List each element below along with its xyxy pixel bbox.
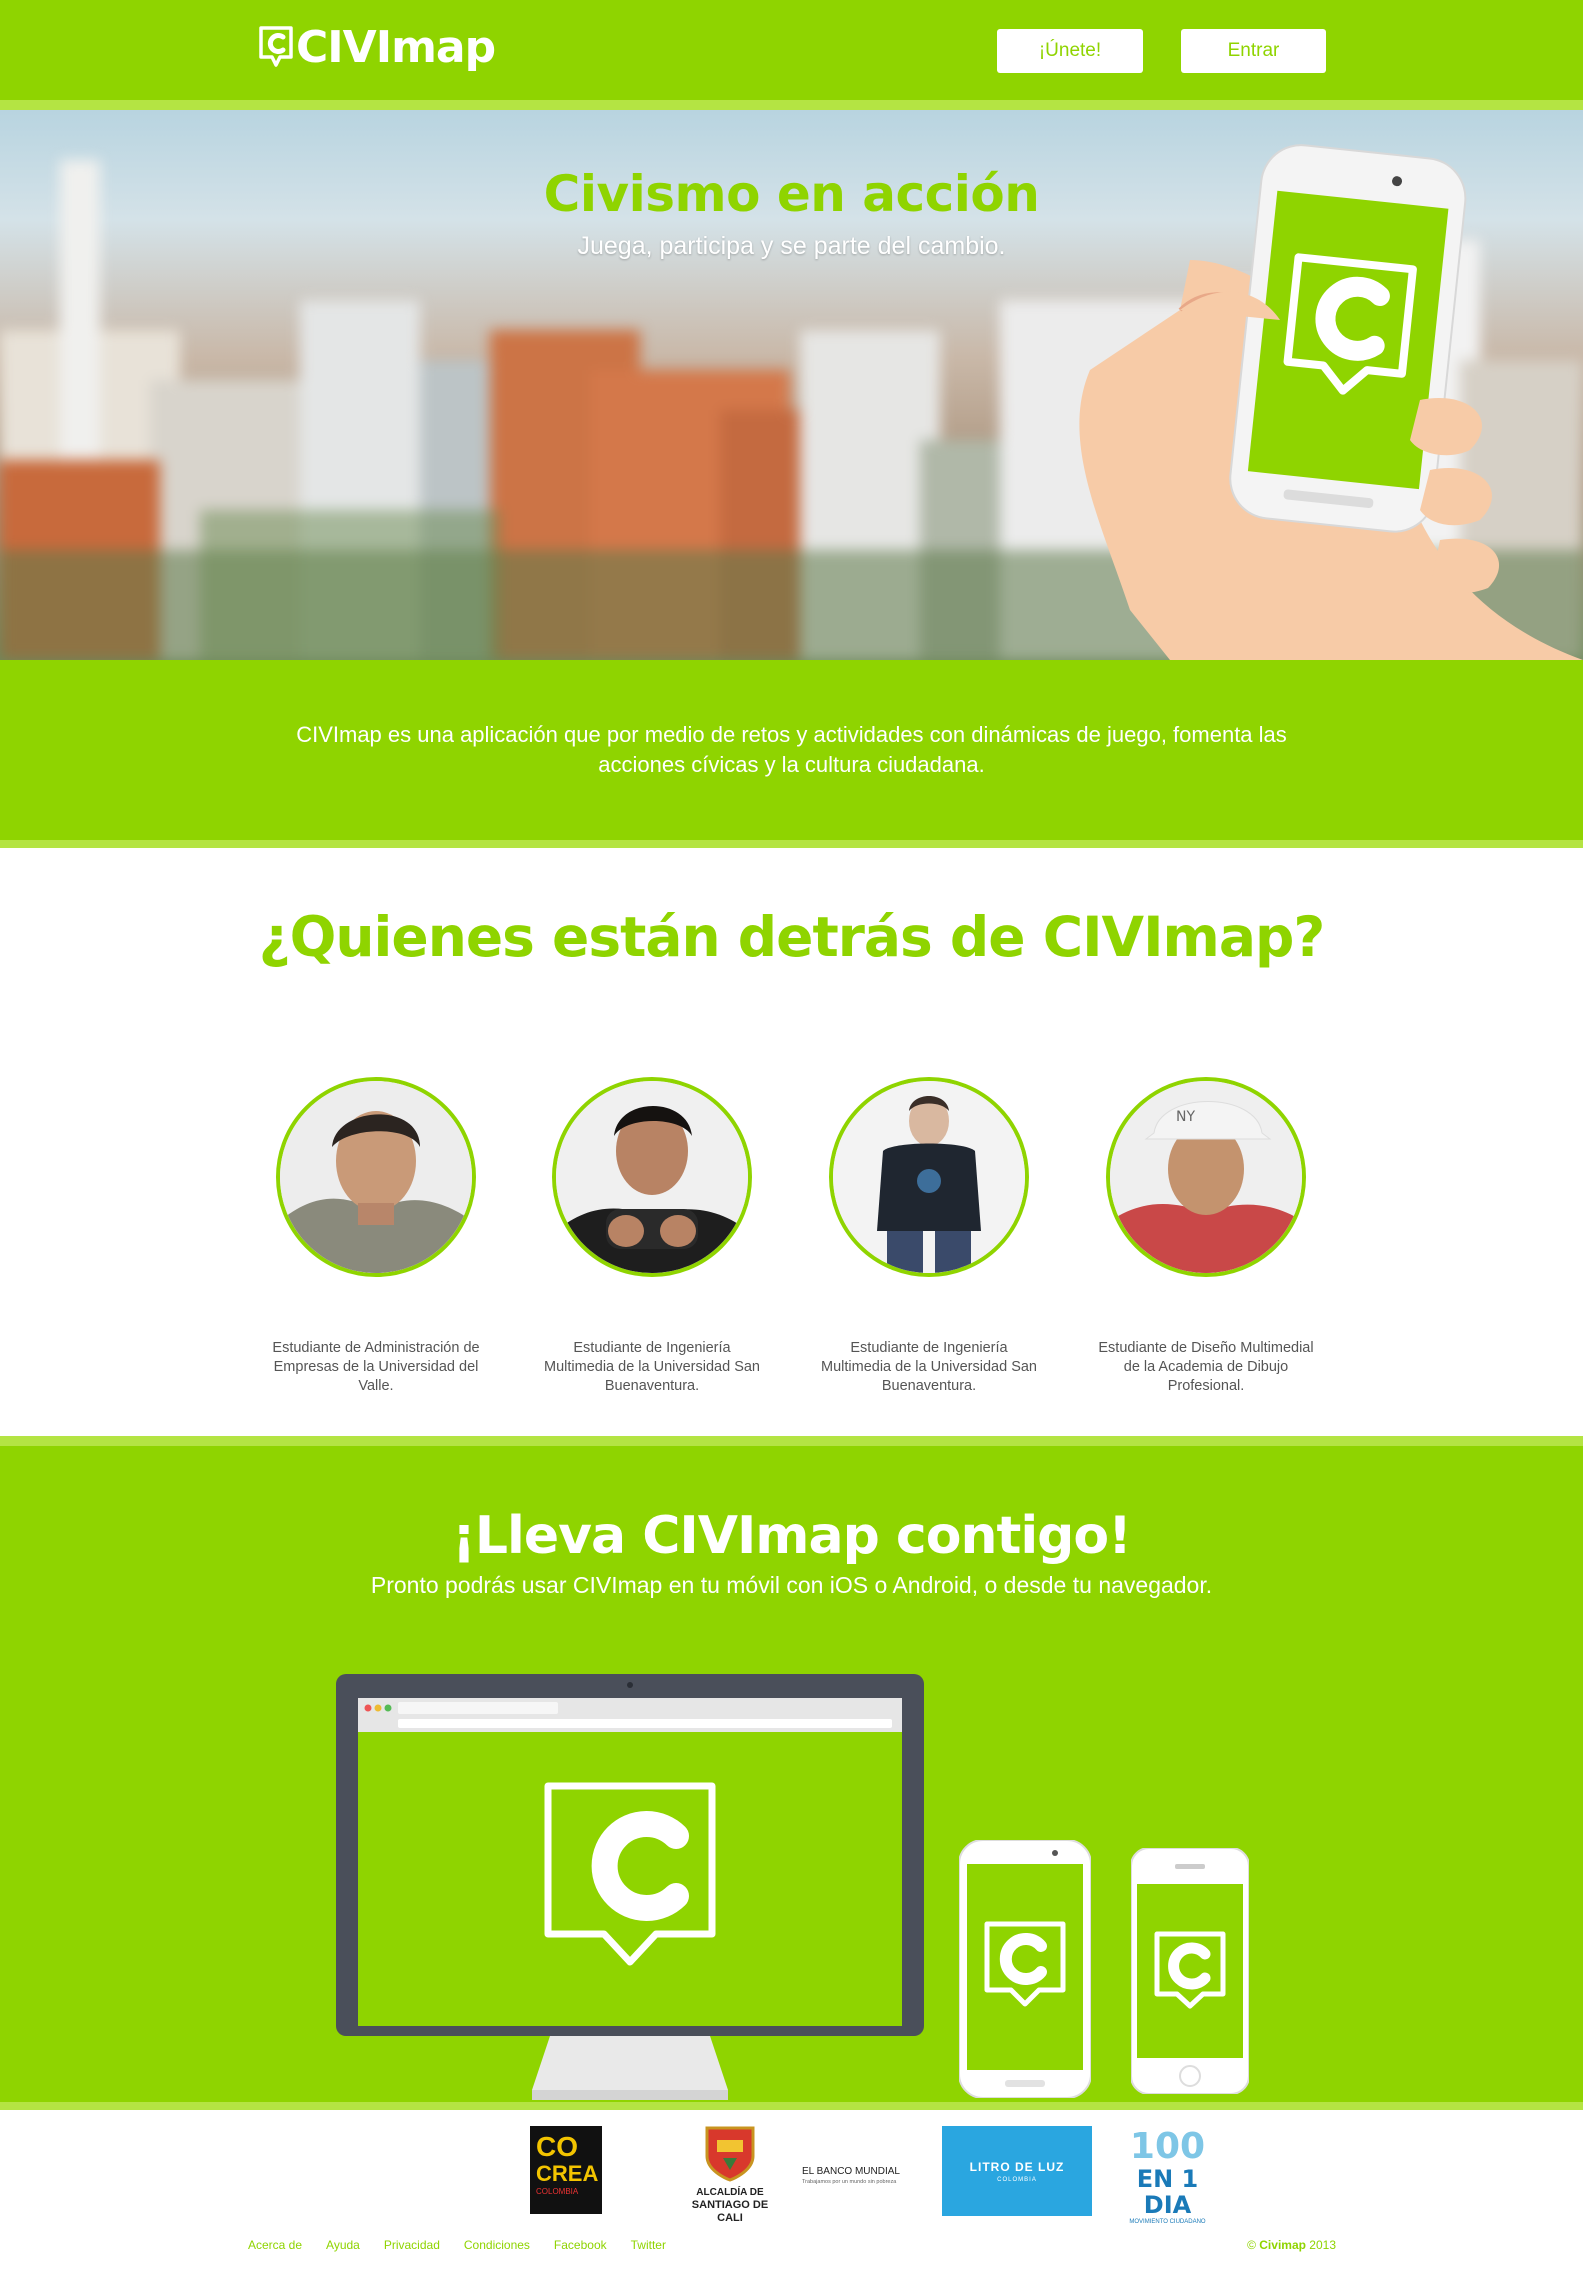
team-member-3: Estudiante de Ingeniería Multimedia de l… — [814, 1077, 1044, 1396]
top-nav-bar: CIVImap ¡Únete! Entrar — [0, 0, 1583, 100]
avatar — [829, 1077, 1029, 1277]
footer-link-twitter[interactable]: Twitter — [631, 2238, 666, 2252]
download-title: ¡Lleva CIVImap contigo! — [452, 1506, 1132, 1566]
join-button[interactable]: ¡Únete! — [997, 29, 1143, 73]
intro-text: CIVImap es una aplicación que por medio … — [296, 722, 1287, 777]
avatar: NY — [1106, 1077, 1306, 1277]
footer-link-privacy[interactable]: Privacidad — [384, 2238, 440, 2252]
download-accent-strip — [0, 1436, 1583, 1446]
team-member-description: Estudiante de Diseño Multimedial de la A… — [1098, 1340, 1314, 1394]
download-subtitle: Pronto podrás usar CIVImap en tu móvil c… — [370, 1572, 1213, 1598]
footer-links: Acerca de Ayuda Privacidad Condiciones F… — [248, 2238, 690, 2252]
civimap-logo-icon — [259, 26, 293, 67]
team-member-4: NY Estudiante de Diseño Multimedial de l… — [1091, 1077, 1321, 1396]
avatar — [552, 1077, 752, 1277]
login-button[interactable]: Entrar — [1181, 29, 1326, 73]
litro-de-luz-logo[interactable]: LITRO DE LUZ COLOMBIA — [942, 2126, 1092, 2216]
footer-link-help[interactable]: Ayuda — [326, 2238, 360, 2252]
iphone-icon — [1131, 1848, 1249, 2094]
sponsor-logos: CO CREA COLOMBIA ALCALDÍA DE SANTIAGO DE… — [0, 2120, 1583, 2226]
footer-link-terms[interactable]: Condiciones — [464, 2238, 530, 2252]
hero-title: Civismo en acción — [543, 165, 1040, 223]
cocrea-logo[interactable]: CO CREA COLOMBIA — [530, 2126, 602, 2214]
coat-of-arms-icon — [705, 2126, 755, 2182]
download-bottom-strip — [0, 2102, 1583, 2110]
hero-banner: Civismo en acción Juega, participa y se … — [0, 110, 1583, 660]
banco-mundial-logo[interactable]: EL BANCO MUNDIAL Trabajamos por un mundo… — [798, 2156, 900, 2196]
cien-en-un-dia-logo[interactable]: 100 EN 1 DIA MOVIMIENTO CIUDADANO — [1115, 2128, 1220, 2226]
team-member-2: Estudiante de Ingeniería Multimedia de l… — [537, 1077, 767, 1396]
alcaldia-cali-logo[interactable]: ALCALDÍA DE SANTIAGO DE CALI — [680, 2124, 780, 2224]
copyright-notice: © Civimap 2013 — [1247, 2238, 1336, 2252]
team-member-1: Estudiante de Administración de Empresas… — [261, 1077, 491, 1396]
team-member-description: Estudiante de Administración de Empresas… — [272, 1340, 480, 1394]
footer-link-facebook[interactable]: Facebook — [554, 2238, 607, 2252]
footer-link-about[interactable]: Acerca de — [248, 2238, 302, 2252]
logo-text: CIVImap — [296, 22, 496, 73]
android-phone-icon — [959, 1840, 1091, 2098]
team-member-description: Estudiante de Ingeniería Multimedia de l… — [544, 1340, 760, 1394]
intro-accent-strip — [0, 840, 1583, 848]
desktop-monitor-icon — [336, 1674, 924, 2100]
civimap-logo[interactable]: CIVImap — [258, 20, 496, 76]
hero-subtitle: Juega, participa y se parte del cambio. — [577, 232, 1006, 260]
download-section: ¡Lleva CIVImap contigo! Pronto podrás us… — [0, 1446, 1583, 2102]
team-section-title: ¿Quienes están detrás de CIVImap? — [258, 905, 1326, 969]
avatar — [276, 1077, 476, 1277]
svg-text:NY: NY — [1176, 1109, 1195, 1125]
team-member-description: Estudiante de Ingeniería Multimedia de l… — [821, 1340, 1037, 1394]
intro-band: CIVImap es una aplicación que por medio … — [0, 660, 1583, 840]
header-accent-strip — [0, 100, 1583, 110]
